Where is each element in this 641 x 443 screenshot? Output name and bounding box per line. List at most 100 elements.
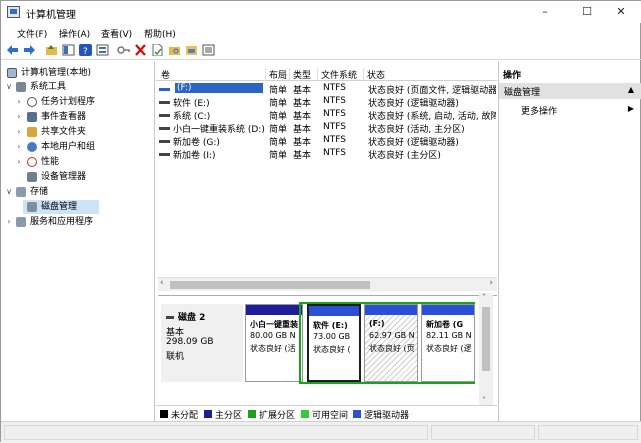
actions-pane: 操作 磁盘管理 ▲ 更多操作 ▶ — [498, 61, 641, 421]
up-folder-icon[interactable] — [45, 44, 58, 56]
volume-name: 软件 (E:) — [173, 99, 210, 109]
chevron-right-icon[interactable]: › — [15, 140, 23, 154]
partition-e[interactable]: 软件 (E:) 73.00 GB 状态良好 ( — [307, 304, 361, 382]
volume-icon — [159, 140, 170, 143]
legend-label: 未分配 — [171, 411, 199, 421]
scroll-left-icon[interactable]: ‹ — [160, 278, 164, 288]
scroll-up-icon[interactable]: ˄ — [482, 293, 486, 302]
delete-icon[interactable] — [134, 44, 147, 56]
volume-name: 新加卷 (I:) — [173, 151, 216, 161]
tree-item-system-tools[interactable]: ∨ 系统工具 — [1, 80, 154, 94]
collapse-up-icon[interactable]: ▲ — [628, 85, 634, 94]
svg-text:?: ? — [83, 47, 88, 56]
menu-action[interactable]: 操作(A) — [59, 27, 90, 40]
partition-status: 状态良好 (页 — [369, 344, 415, 353]
volume-row[interactable]: 软件 (E:) 简单 基本 NTFS 状态良好 (逻辑驱动器) — [156, 96, 497, 109]
disk-info-panel[interactable]: 磁盘 2 基本 298.09 GB 联机 — [161, 304, 243, 382]
toolbar: ? — [1, 41, 641, 60]
volume-status: 状态良好 (逻辑驱动器) — [368, 138, 459, 148]
tree-item-disk-management[interactable]: 磁盘管理 — [23, 200, 99, 214]
tree-item-task-scheduler[interactable]: › 任务计划程序 — [1, 95, 154, 109]
volume-layout: 简单 — [269, 112, 288, 122]
close-button[interactable]: ✕ — [604, 3, 638, 21]
folder-search-icon[interactable] — [168, 44, 181, 56]
help-icon[interactable]: ? — [79, 44, 92, 56]
logical-drive-bar — [309, 306, 359, 316]
menu-file[interactable]: 文件(F) — [17, 27, 47, 40]
chevron-right-icon[interactable]: › — [15, 155, 23, 169]
volume-status: 状态良好 (活动, 主分区) — [368, 125, 465, 135]
scroll-right-icon[interactable]: › — [489, 278, 493, 288]
disk-state: 联机 — [166, 352, 185, 362]
column-header-filesystem[interactable]: 文件系统 — [318, 68, 364, 81]
actions-header: 操作 — [503, 71, 522, 81]
tree-item-device-manager[interactable]: 设备管理器 — [1, 170, 154, 184]
tree-item-storage[interactable]: ∨ 存储 — [1, 185, 154, 199]
volume-filesystem: NTFS — [323, 109, 346, 119]
hscroll-thumb[interactable] — [170, 281, 370, 289]
chevron-right-icon[interactable]: › — [15, 110, 23, 124]
tree-label: 磁盘管理 — [41, 202, 78, 212]
volume-type: 基本 — [293, 125, 312, 135]
actions-section-disk-management[interactable]: 磁盘管理 ▲ — [499, 83, 641, 99]
partition-status: 状态良好 (活 — [250, 344, 296, 353]
disk-view-vscrollbar[interactable]: ˄ ˅ — [479, 293, 493, 405]
volume-icon — [159, 114, 170, 117]
volume-row[interactable]: 新加卷 (I:) 简单 基本 NTFS 状态良好 (主分区) — [156, 148, 497, 161]
volume-type: 基本 — [293, 99, 312, 109]
actions-section-label: 磁盘管理 — [504, 88, 541, 98]
tree-item-services[interactable]: › 服务和应用程序 — [1, 215, 154, 229]
tree-item-event-viewer[interactable]: › 事件查看器 — [1, 110, 154, 124]
folder-open-icon[interactable] — [185, 44, 198, 56]
legend-label: 扩展分区 — [259, 411, 296, 421]
volume-row[interactable]: 系统 (C:) 简单 基本 NTFS 状态良好 (系统, 启动, 活动, 故障转… — [156, 109, 497, 122]
chevron-right-icon[interactable]: › — [15, 125, 23, 139]
volume-list-hscrollbar[interactable]: ‹ › — [158, 277, 497, 291]
device-manager-icon — [27, 172, 37, 182]
menu-help[interactable]: 帮助(H) — [144, 27, 176, 40]
partition-d[interactable]: 小白一键重装 80.00 GB N 状态良好 (活 — [245, 304, 303, 382]
volume-row[interactable]: (F:) 简单 基本 NTFS 状态良好 (页面文件, 逻辑驱动器) — [156, 83, 497, 96]
list-view-icon[interactable] — [202, 44, 215, 56]
chevron-right-icon[interactable]: › — [5, 215, 13, 229]
show-hide-tree-icon[interactable] — [62, 44, 75, 56]
tree-item-root[interactable]: 计算机管理(本地) — [1, 66, 154, 80]
tree-label: 存储 — [30, 187, 49, 197]
tree-label: 事件查看器 — [41, 112, 87, 122]
tree-item-performance[interactable]: › 性能 — [1, 155, 154, 169]
chevron-down-icon[interactable]: ∨ — [5, 80, 13, 94]
volume-name: 系统 (C:) — [173, 112, 211, 122]
minimize-button[interactable]: – — [528, 3, 562, 21]
submenu-arrow-icon[interactable]: ▶ — [628, 104, 634, 113]
column-header-volume[interactable]: 卷 — [158, 68, 266, 81]
event-viewer-icon — [27, 112, 37, 122]
document-icon[interactable] — [151, 44, 164, 56]
back-icon[interactable] — [6, 44, 19, 56]
properties-icon[interactable] — [96, 44, 109, 56]
maximize-button[interactable]: ☐ — [570, 3, 604, 21]
column-header-status[interactable]: 状态 — [364, 68, 497, 81]
partition-f[interactable]: (F:) 62.97 GB N 状态良好 (页 — [364, 304, 418, 382]
partition-g[interactable]: 新加卷 (G 82.11 GB N 状态良好 (逻 — [421, 304, 475, 382]
column-header-layout[interactable]: 布局 — [266, 68, 290, 81]
logical-drive-bar — [365, 305, 417, 315]
chevron-down-icon[interactable]: ∨ — [5, 185, 13, 199]
key-icon[interactable] — [117, 44, 130, 56]
chevron-right-icon[interactable]: › — [15, 95, 23, 109]
clock-icon — [27, 97, 37, 107]
volume-name: 小白一键重装系统 (D:) — [173, 125, 265, 135]
volume-layout: 简单 — [269, 138, 288, 148]
window-title: 计算机管理 — [26, 10, 76, 21]
tree-item-local-users[interactable]: › 本地用户和组 — [1, 140, 154, 154]
vscroll-thumb[interactable] — [482, 307, 490, 371]
volume-row[interactable]: 新加卷 (G:) 简单 基本 NTFS 状态良好 (逻辑驱动器) — [156, 135, 497, 148]
forward-icon[interactable] — [23, 44, 36, 56]
tree-item-shared-folders[interactable]: › 共享文件夹 — [1, 125, 154, 139]
menu-view[interactable]: 查看(V) — [101, 27, 132, 40]
more-actions-link[interactable]: 更多操作 — [521, 104, 557, 117]
volume-row[interactable]: 小白一键重装系统 (D:) 简单 基本 NTFS 状态良好 (活动, 主分区) — [156, 122, 497, 135]
scroll-down-icon[interactable]: ˅ — [482, 396, 486, 405]
status-bar — [1, 421, 641, 443]
computer-icon — [7, 68, 17, 78]
column-header-type[interactable]: 类型 — [290, 68, 318, 81]
